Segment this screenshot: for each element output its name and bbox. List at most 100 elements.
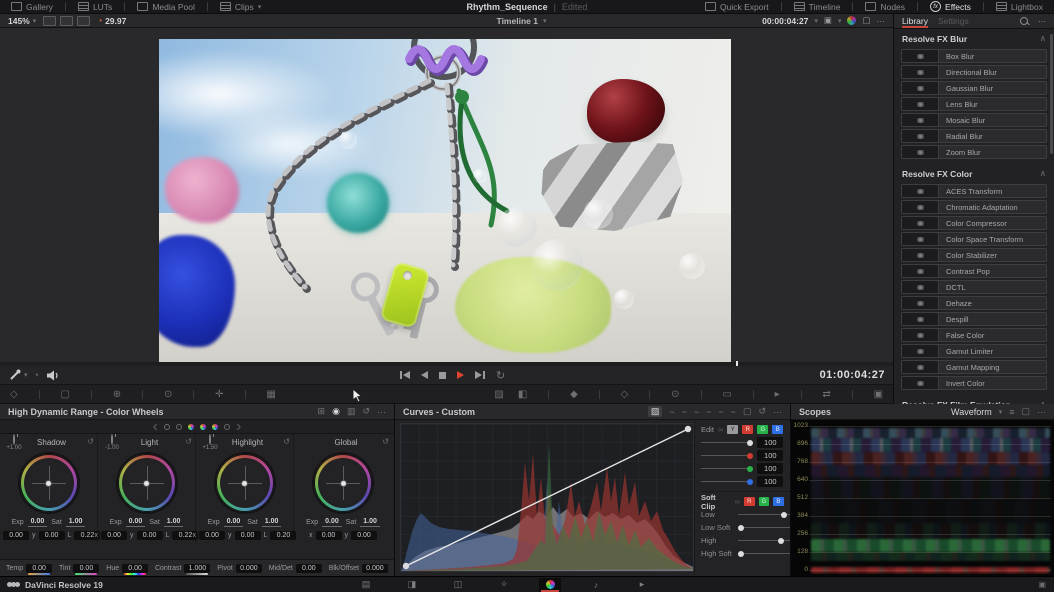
global-sat-value[interactable]: 1.00 xyxy=(360,518,380,527)
high-soft-slider[interactable] xyxy=(738,553,797,554)
gallery-button[interactable]: Gallery xyxy=(6,0,58,14)
high-slider[interactable] xyxy=(738,540,797,541)
info-tool-icon[interactable]: ▣ xyxy=(874,389,883,400)
highlight-x-value[interactable]: 0.00 xyxy=(199,531,225,540)
timeline-chevron-icon[interactable]: ▾ xyxy=(543,17,547,25)
media-pool-button[interactable]: Media Pool xyxy=(132,0,200,14)
section-resolve-fx-blur[interactable]: Resolve FX Blur∧ xyxy=(894,29,1054,47)
shadow-falloff-dial[interactable] xyxy=(13,434,15,445)
go-to-end-button[interactable] xyxy=(475,371,485,379)
step-back-button[interactable] xyxy=(421,371,428,379)
viewer-canvas[interactable] xyxy=(0,28,893,362)
channel-g-button[interactable]: G xyxy=(757,425,768,434)
unmix-tool-icon[interactable]: ◇ xyxy=(10,389,18,400)
nodes-button[interactable]: Nodes xyxy=(860,0,910,14)
y-gain-slider[interactable] xyxy=(701,442,753,443)
hdr-reset-icon[interactable]: ↺ xyxy=(362,406,370,417)
fx-item-radial-blur[interactable]: Radial Blur xyxy=(901,129,1047,143)
shadow-x-value[interactable]: 0.00 xyxy=(3,531,29,540)
section-resolve-fx-color[interactable]: Resolve FX Color∧ xyxy=(894,164,1054,182)
scope-options-icon[interactable]: ··· xyxy=(1037,407,1046,417)
y-gain-value[interactable]: 100 xyxy=(757,437,783,448)
fx-item-mosaic-blur[interactable]: Mosaic Blur xyxy=(901,113,1047,127)
page-fusion-button[interactable]: ✧ xyxy=(493,578,515,592)
tab-settings[interactable]: Settings xyxy=(938,14,969,28)
channel-r-button[interactable]: R xyxy=(742,425,753,434)
page-cut-button[interactable]: ◨ xyxy=(401,578,423,592)
global-x-value[interactable]: 0.00 xyxy=(316,531,342,540)
enhanced-viewer-icon[interactable] xyxy=(77,16,90,26)
hue-value[interactable]: 0.00 xyxy=(122,564,148,573)
fx-item-gaussian-blur[interactable]: Gaussian Blur xyxy=(901,81,1047,95)
split-viewer-icon[interactable] xyxy=(60,16,73,26)
r-gain-value[interactable]: 100 xyxy=(757,450,783,461)
fx-item-false-color[interactable]: False Color xyxy=(901,328,1047,342)
soft-clip-r-button[interactable]: R xyxy=(744,497,755,506)
wipe-tool-icon[interactable]: ▨ xyxy=(494,389,503,400)
clips-button[interactable]: Clips ▾ xyxy=(215,0,266,14)
audio-mute-icon[interactable] xyxy=(47,370,60,381)
crop-tool-icon[interactable]: ▢ xyxy=(61,389,70,400)
g-gain-slider[interactable] xyxy=(701,468,753,469)
page-color-button[interactable] xyxy=(539,578,561,592)
fx-item-directional-blur[interactable]: Directional Blur xyxy=(901,65,1047,79)
highlight-reset-icon[interactable]: ↺ xyxy=(274,436,290,446)
curve-mode-sat-vs-sat-icon[interactable]: ~ xyxy=(718,407,723,417)
fx-item-aces-transform[interactable]: ACES Transform xyxy=(901,184,1047,198)
curves-options-icon[interactable]: ··· xyxy=(773,407,782,417)
black-offset-value[interactable]: 0.000 xyxy=(362,564,388,573)
keyframe-tool-icon[interactable]: ▸ xyxy=(775,389,780,400)
zone-dot[interactable] xyxy=(164,424,170,430)
timer-tool-icon[interactable]: ⊙ xyxy=(671,389,679,400)
curves-reset-icon[interactable]: ↺ xyxy=(758,406,766,417)
light-falloff-dial[interactable] xyxy=(111,434,113,445)
text-tool-icon[interactable]: ▭ xyxy=(722,389,731,400)
fx-item-zoom-blur[interactable]: Zoom Blur xyxy=(901,145,1047,159)
page-media-button[interactable]: ▤ xyxy=(355,578,377,592)
curve-mode-lum-vs-sat-icon[interactable]: ~ xyxy=(706,407,711,417)
tab-library[interactable]: Library xyxy=(902,14,928,28)
fx-item-color-compressor[interactable]: Color Compressor xyxy=(901,216,1047,230)
shadow-y-value[interactable]: 0.00 xyxy=(39,531,65,540)
curve-mode-hue-vs-lum-icon[interactable]: ~ xyxy=(694,407,699,417)
swap-tool-icon[interactable]: ⇄ xyxy=(822,389,830,400)
fx-item-dehaze[interactable]: Dehaze xyxy=(901,296,1047,310)
pivot-value[interactable]: 0.000 xyxy=(236,564,262,573)
highlight-l-value[interactable]: 0.20 xyxy=(270,531,296,540)
contrast-value[interactable]: 1.000 xyxy=(184,564,210,573)
highlight-toggle-icon[interactable]: ◔ xyxy=(34,370,39,380)
highlight-sat-value[interactable]: 1.00 xyxy=(262,518,282,527)
curve-mode-hue-vs-hue-icon[interactable]: ~ xyxy=(669,407,674,417)
fx-item-color-space-transform[interactable]: Color Space Transform xyxy=(901,232,1047,246)
zone-dot[interactable] xyxy=(176,424,182,430)
play-button[interactable] xyxy=(457,371,464,379)
add-zone-icon[interactable]: ⊞ xyxy=(318,406,326,417)
fx-item-invert-color[interactable]: Invert Color xyxy=(901,376,1047,390)
timeline-selector[interactable]: Timeline 1 xyxy=(497,16,538,26)
magnify-tool-icon[interactable]: ⊙ xyxy=(164,389,172,400)
global-y-value[interactable]: 0.00 xyxy=(351,531,377,540)
picker-tool-icon[interactable]: ◆ xyxy=(570,389,578,400)
low-slider[interactable] xyxy=(738,514,797,515)
highlight-exp-value[interactable]: 0.00 xyxy=(224,518,244,527)
hdr-options-icon[interactable]: ··· xyxy=(377,407,386,417)
stop-button[interactable] xyxy=(439,372,446,379)
shadow-reset-icon[interactable]: ↺ xyxy=(78,436,94,446)
eyedropper-chevron-icon[interactable]: ▾ xyxy=(24,371,28,379)
fx-item-despill[interactable]: Despill xyxy=(901,312,1047,326)
tracker-tool-icon[interactable]: ✛ xyxy=(215,389,223,400)
project-manager-icon[interactable]: ▣ xyxy=(1038,580,1046,589)
shadow-sat-value[interactable]: 1.00 xyxy=(66,518,86,527)
fx-item-lens-blur[interactable]: Lens Blur xyxy=(901,97,1047,111)
link-channels-icon[interactable]: ∞ xyxy=(718,425,723,434)
r-gain-slider[interactable] xyxy=(701,455,753,456)
g-gain-value[interactable]: 100 xyxy=(757,463,783,474)
single-viewer-icon[interactable] xyxy=(43,16,56,26)
channel-b-button[interactable]: B xyxy=(772,425,783,434)
light-reset-icon[interactable]: ↺ xyxy=(176,436,192,446)
lightbox-button[interactable]: Lightbox xyxy=(991,0,1048,14)
timeline-button[interactable]: Timeline xyxy=(789,0,846,14)
zone-dot-active[interactable] xyxy=(212,424,218,430)
channel-y-button[interactable]: Y xyxy=(727,425,738,434)
page-fairlight-button[interactable]: ♪ xyxy=(585,578,607,592)
